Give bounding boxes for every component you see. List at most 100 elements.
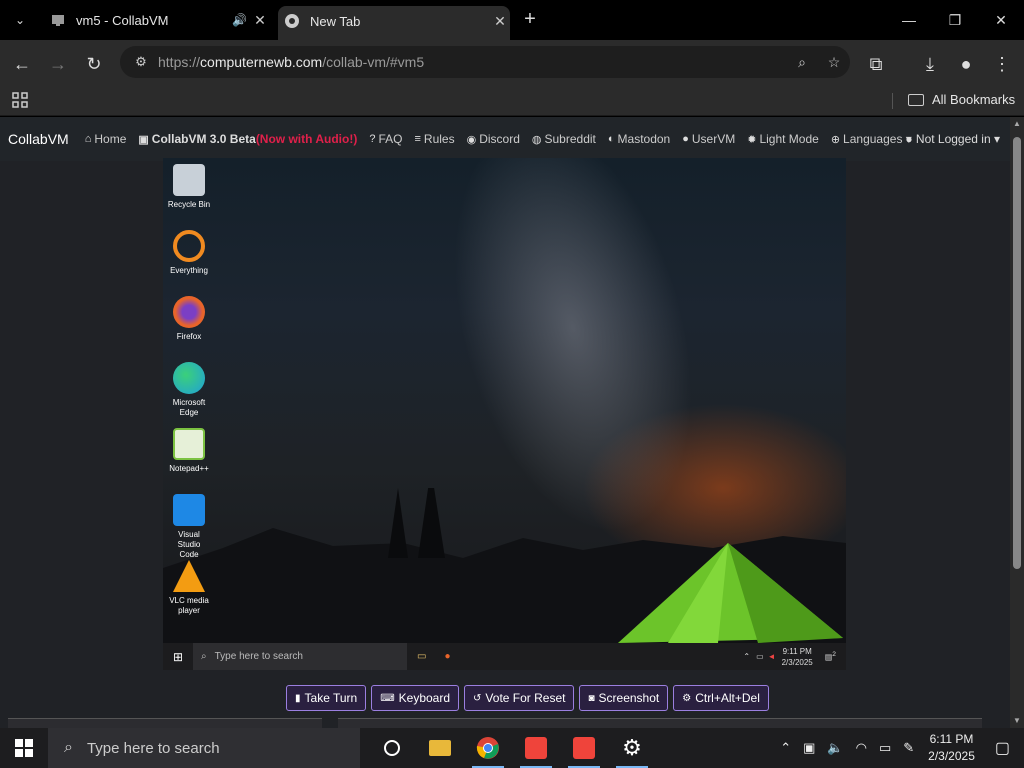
extensions-puzzle-icon[interactable]: ⧉	[862, 50, 890, 78]
chrome-taskbar-icon[interactable]	[464, 728, 512, 768]
desktop-icon-edge[interactable]: Microsoft Edge	[167, 362, 211, 418]
tab-search-chevron-icon[interactable]: ⌄	[8, 10, 32, 30]
desktop-icon-everything[interactable]: Everything	[167, 230, 211, 276]
vm-system-tray: ⌃ ▭ ◄ 9:11 PM 2/3/2025 ▤2	[743, 643, 846, 670]
minimize-button[interactable]: —	[886, 0, 932, 40]
desktop-icon-firefox[interactable]: Firefox	[167, 296, 211, 342]
vlc-cone-icon	[173, 560, 205, 592]
nav-discord[interactable]: ◉ Discord	[467, 132, 520, 146]
cortana-icon[interactable]	[368, 728, 416, 768]
browser-toolbar: ← → ↻ ⚙ https://computernewb.com/collab-…	[0, 40, 1024, 86]
chevron-up-icon[interactable]: ⌃	[780, 740, 791, 756]
notification-icon[interactable]: ▤2	[825, 651, 836, 662]
search-icon: ⌕	[64, 739, 73, 756]
anydesk-icon-2[interactable]	[560, 728, 608, 768]
reload-icon[interactable]: ↻	[80, 50, 108, 78]
apps-grid-icon[interactable]	[12, 92, 28, 108]
vm-windows-start-icon[interactable]: ⊞	[163, 650, 193, 664]
vote-for-reset-button[interactable]: ↺ Vote For Reset	[464, 685, 575, 711]
tab-title: vm5 - CollabVM	[76, 12, 169, 28]
tab-close-icon[interactable]: ✕	[490, 13, 510, 30]
vm-search-box[interactable]: ⌕ Type here to search	[193, 643, 407, 670]
back-arrow-icon[interactable]: ←	[8, 50, 36, 78]
security-icon[interactable]: ▣	[803, 740, 815, 756]
restore-button[interactable]: ❐	[932, 0, 978, 40]
windows-start-button[interactable]	[0, 728, 48, 768]
address-bar[interactable]: ⚙ https://computernewb.com/collab-vm/#vm…	[120, 46, 850, 78]
menu-kebab-icon[interactable]: ⋮	[988, 50, 1016, 78]
vm-clock[interactable]: 9:11 PM 2/3/2025	[782, 646, 813, 668]
desktop-icon-vlc[interactable]: VLC media player	[167, 560, 211, 616]
page-scrollbar[interactable]: ▲ ▼	[1010, 117, 1024, 728]
nav-rules[interactable]: ≡ Rules	[414, 132, 454, 146]
taskbar-clock[interactable]: 6:11 PM 2/3/2025	[928, 731, 975, 765]
vscode-icon	[173, 494, 205, 526]
ctrl-alt-del-button[interactable]: ⚙ Ctrl+Alt+Del	[673, 685, 769, 711]
vm-firefox-taskbar-icon[interactable]: ●	[444, 651, 450, 662]
tab-collabvm[interactable]: vm5 - CollabVM 🔊 ✕	[44, 6, 270, 34]
screenshot-button[interactable]: ◙ Screenshot	[579, 685, 669, 711]
site-brand[interactable]: CollabVM	[8, 131, 69, 147]
gear-icon: ⚙	[682, 692, 692, 704]
user-icon: ●	[682, 133, 689, 145]
download-icon[interactable]: ⤓	[916, 50, 944, 78]
nav-uservm[interactable]: ● UserVM	[682, 132, 735, 146]
scroll-up-icon[interactable]: ▲	[1012, 119, 1022, 129]
nav-mastodon[interactable]: ◐ Mastodon	[608, 132, 670, 146]
network-icon[interactable]: ▭	[756, 652, 764, 661]
nav-subreddit[interactable]: ◍ Subreddit	[532, 132, 596, 146]
action-center-icon[interactable]: ▢	[995, 738, 1010, 758]
speaker-icon[interactable]: 🔊	[232, 13, 250, 27]
question-icon: ?	[369, 133, 376, 145]
bookmarks-divider	[892, 93, 893, 109]
volume-muted-icon[interactable]: ◄	[768, 652, 776, 661]
close-window-button[interactable]: ✕	[978, 0, 1024, 40]
taskbar-search-box[interactable]: ⌕ Type here to search	[48, 728, 360, 768]
chevron-up-icon[interactable]: ⌃	[743, 652, 750, 661]
forward-arrow-icon[interactable]: →	[44, 50, 72, 78]
vm-screen[interactable]: Recycle Bin Everything Firefox Microsoft…	[163, 158, 846, 670]
mastodon-icon: ◐	[607, 133, 615, 145]
keyboard-button[interactable]: ⌨ Keyboard	[371, 685, 460, 711]
desktop-icon-notepadpp[interactable]: Notepad++	[167, 428, 211, 474]
nav-home[interactable]: ⌂ Home	[85, 132, 127, 146]
url-text[interactable]: https://computernewb.com/collab-vm/#vm5	[154, 54, 786, 70]
scroll-down-icon[interactable]: ▼	[1012, 716, 1022, 726]
nav-faq[interactable]: ? FAQ	[369, 132, 402, 146]
profile-icon[interactable]: ●	[952, 50, 980, 78]
tab-close-icon[interactable]: ✕	[250, 12, 270, 29]
system-tray: ⌃ ▣ 🔈 ◠ ▭ ✎ 6:11 PM 2/3/2025 ▢	[774, 728, 1024, 768]
settings-gear-icon[interactable]: ⚙	[608, 728, 656, 768]
site-navbar: CollabVM ⌂ Home ▣ CollabVM 3.0 Beta (Now w…	[0, 117, 1010, 161]
desktop-icon-vscode[interactable]: Visual Studio Code	[167, 494, 211, 560]
bookmark-star-icon[interactable]: ☆	[818, 54, 850, 71]
anydesk-icon-1[interactable]	[512, 728, 560, 768]
volume-icon[interactable]: 🔈	[827, 740, 843, 756]
keyboard-icon: ⌨	[380, 692, 395, 704]
tab-title: New Tab	[310, 13, 361, 29]
site-info-icon[interactable]: ⚙	[128, 54, 154, 70]
undo-icon: ↺	[473, 692, 482, 704]
nav-light-mode[interactable]: ✹ Light Mode	[747, 132, 819, 146]
edge-icon	[173, 362, 205, 394]
scrollbar-thumb[interactable]	[1013, 137, 1021, 569]
vm-file-explorer-icon[interactable]: ▭	[417, 651, 426, 662]
battery-icon[interactable]: ▭	[879, 740, 891, 756]
nav-collabvm-beta[interactable]: ▣ CollabVM 3.0 Beta (Now with Audio!)	[138, 132, 357, 146]
take-turn-button[interactable]: ▮ Take Turn	[286, 685, 367, 711]
nav-languages[interactable]: ⊕ Languages ▾	[831, 132, 912, 146]
zoom-icon[interactable]: ⌕	[786, 54, 818, 71]
pen-icon[interactable]: ✎	[903, 740, 914, 756]
wifi-icon[interactable]: ◠	[856, 740, 867, 756]
recycle-bin-icon	[173, 164, 205, 196]
all-bookmarks-button[interactable]: All Bookmarks	[908, 92, 1015, 107]
firefox-icon	[173, 296, 205, 328]
tab-new-tab[interactable]: New Tab ✕	[278, 6, 510, 40]
login-dropdown[interactable]: ● Not Logged in ▾	[905, 132, 1000, 146]
new-tab-button[interactable]: +	[516, 8, 544, 32]
reddit-icon: ◍	[531, 133, 542, 146]
search-icon: ⌕	[201, 651, 207, 662]
monitor-icon: ▣	[138, 133, 149, 146]
desktop-icon-recycle-bin[interactable]: Recycle Bin	[167, 164, 211, 210]
file-explorer-icon[interactable]	[416, 728, 464, 768]
